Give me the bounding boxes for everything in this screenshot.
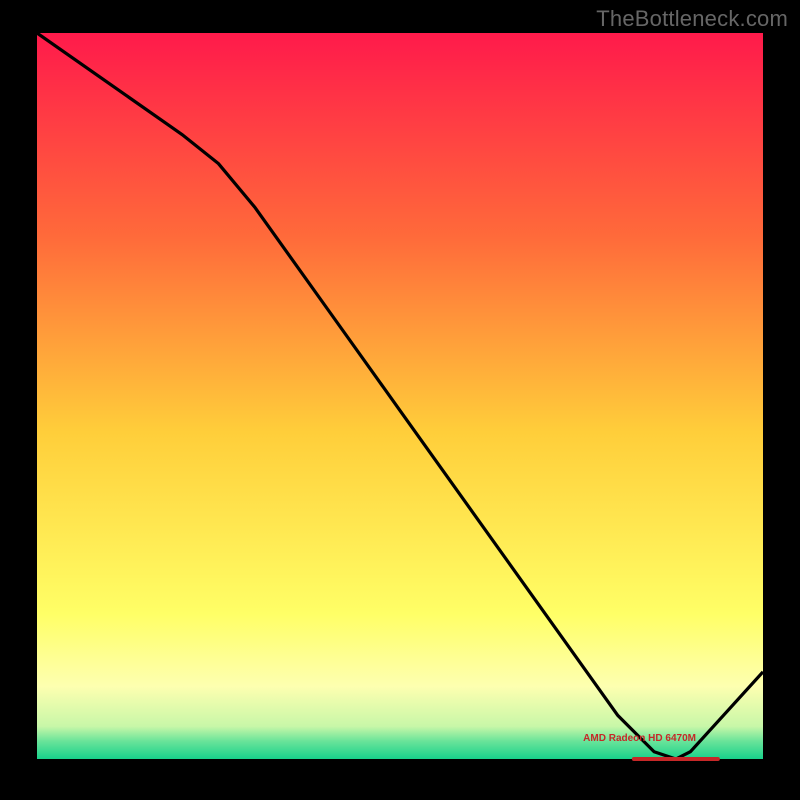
chart-plot-background (37, 33, 763, 759)
chart-series-label: AMD Radeon HD 6470M (583, 733, 696, 744)
watermark-text: TheBottleneck.com (596, 6, 788, 32)
chart-svg: AMD Radeon HD 6470M (0, 0, 800, 800)
